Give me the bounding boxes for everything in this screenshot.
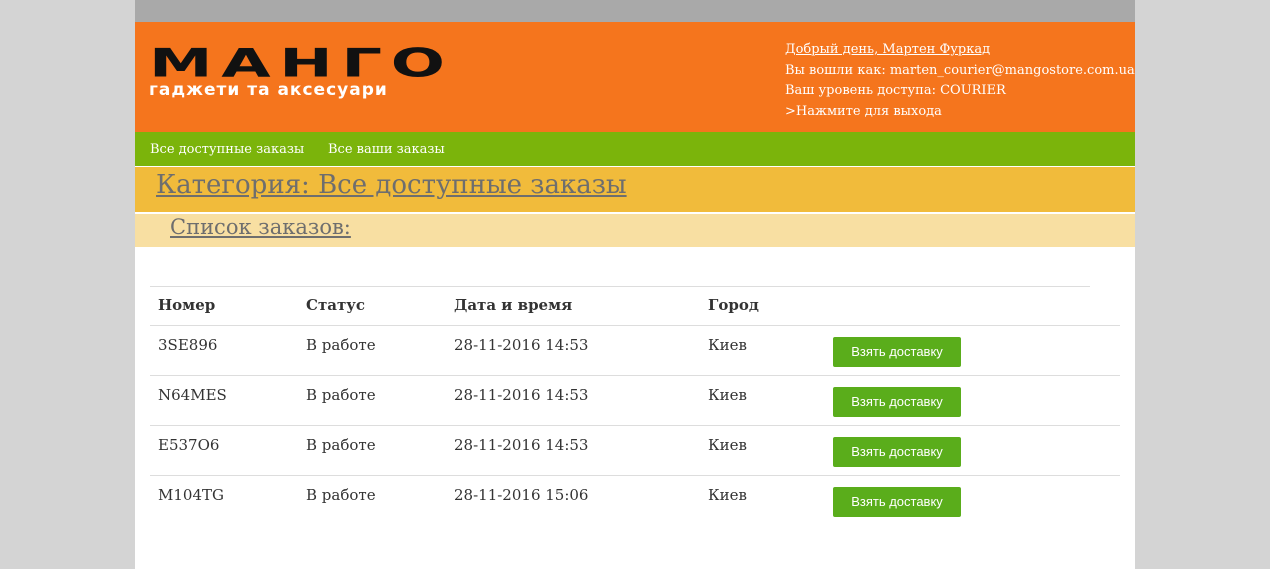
nav-bar: Все доступные заказы Все ваши заказы — [135, 132, 1135, 166]
take-delivery-button[interactable]: Взять доставку — [833, 437, 961, 467]
order-datetime: 28-11-2016 14:53 — [454, 436, 589, 454]
order-status: В работе — [306, 336, 376, 354]
order-city: Киев — [708, 336, 747, 354]
order-number: E537O6 — [158, 436, 220, 454]
order-list-title[interactable]: Список заказов: — [170, 215, 351, 239]
order-number: 3SE896 — [158, 336, 218, 354]
table-row: M104TG В работе 28-11-2016 15:06 Киев Вз… — [150, 475, 1120, 526]
order-datetime: 28-11-2016 14:53 — [454, 336, 589, 354]
table-row: E537O6 В работе 28-11-2016 14:53 Киев Вз… — [150, 425, 1120, 476]
greeting-link[interactable]: Добрый день, Мартен Фуркад — [785, 40, 1135, 61]
column-header-city: Город — [708, 296, 759, 314]
logged-as-text: Вы вошли как: marten_courier@mangostore.… — [785, 62, 1135, 78]
logo[interactable]: МАНГО гаджети та аксесуари — [149, 44, 445, 102]
top-bar — [135, 0, 1135, 22]
order-city: Киев — [708, 486, 747, 504]
logo-subtitle: гаджети та аксесуари — [149, 80, 388, 100]
table-row: 3SE896 В работе 28-11-2016 14:53 Киев Вз… — [150, 325, 1120, 376]
order-number: N64MES — [158, 386, 227, 404]
order-status: В работе — [306, 486, 376, 504]
column-header-datetime: Дата и время — [454, 296, 573, 314]
table-top-divider — [150, 286, 1090, 287]
page: МАНГО гаджети та аксесуари Добрый день, … — [135, 0, 1135, 569]
user-info: Добрый день, Мартен Фуркад Вы вошли как:… — [785, 40, 1135, 122]
column-header-number: Номер — [158, 296, 216, 314]
take-delivery-button[interactable]: Взять доставку — [833, 337, 961, 367]
nav-item-my-orders[interactable]: Все ваши заказы — [328, 142, 445, 157]
order-number: M104TG — [158, 486, 224, 504]
column-header-status: Статус — [306, 296, 365, 314]
header: МАНГО гаджети та аксесуари Добрый день, … — [135, 22, 1135, 132]
nav-item-all-available-orders[interactable]: Все доступные заказы — [150, 142, 304, 157]
order-city: Киев — [708, 386, 747, 404]
category-title[interactable]: Категория: Все доступные заказы — [156, 170, 627, 200]
logo-title: МАНГО — [149, 40, 454, 87]
take-delivery-button[interactable]: Взять доставку — [833, 387, 961, 417]
order-list-bar: Список заказов: — [135, 214, 1135, 247]
table-row: N64MES В работе 28-11-2016 14:53 Киев Вз… — [150, 375, 1120, 426]
order-datetime: 28-11-2016 15:06 — [454, 486, 589, 504]
category-bar: Категория: Все доступные заказы — [135, 167, 1135, 212]
order-status: В работе — [306, 386, 376, 404]
order-datetime: 28-11-2016 14:53 — [454, 386, 589, 404]
take-delivery-button[interactable]: Взять доставку — [833, 487, 961, 517]
order-city: Киев — [708, 436, 747, 454]
access-level-text: Ваш уровень доступа: COURIER — [785, 83, 1006, 98]
order-status: В работе — [306, 436, 376, 454]
logout-link[interactable]: >Нажмите для выхода — [785, 102, 1135, 123]
